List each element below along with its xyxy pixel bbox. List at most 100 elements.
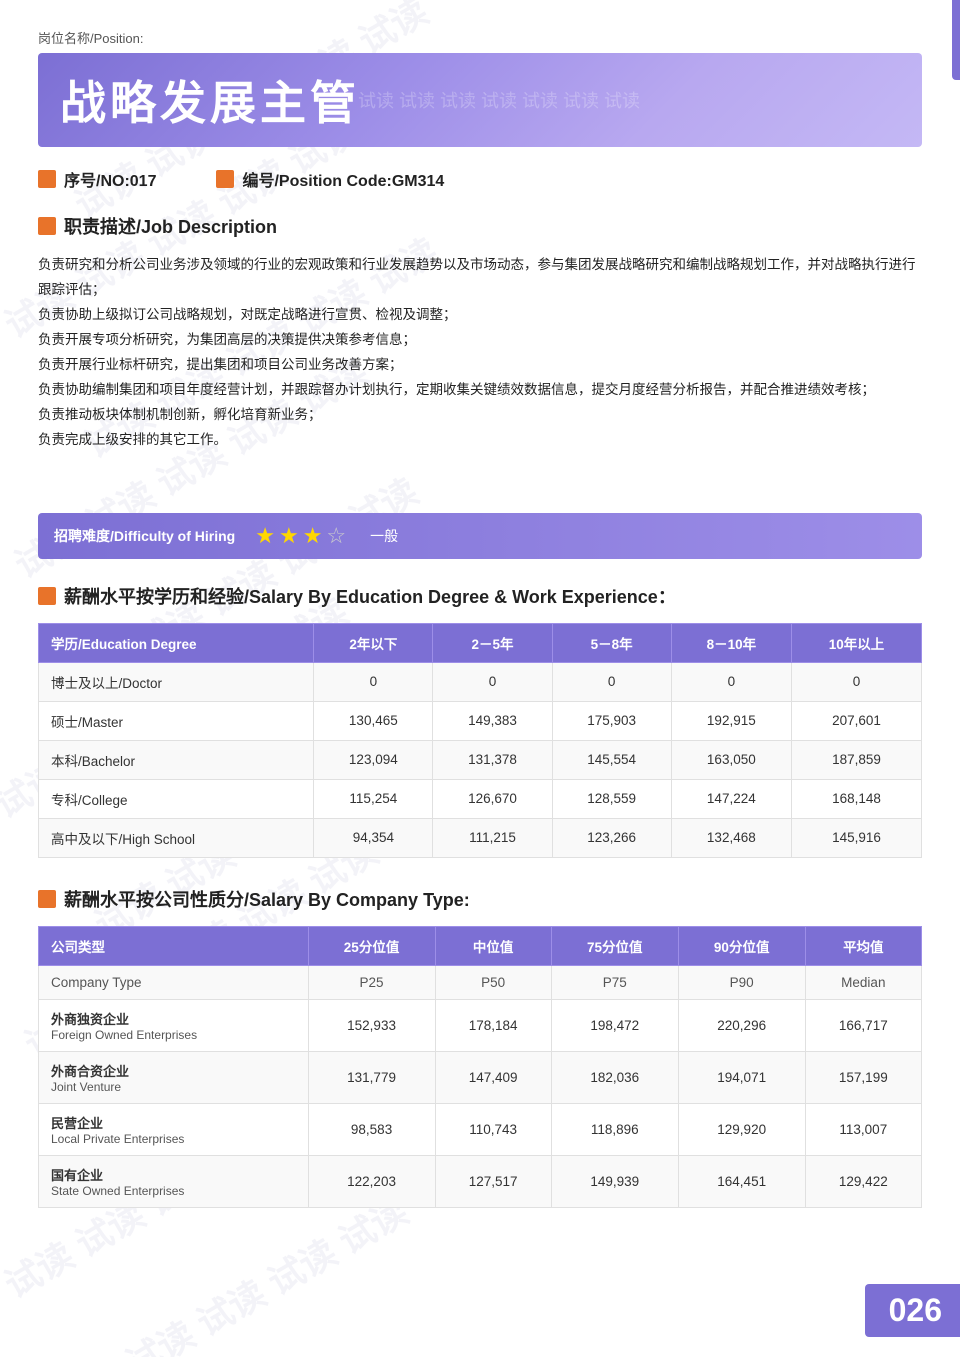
table-cell: 175,903	[552, 701, 671, 740]
table-cell: 94,354	[314, 818, 433, 857]
table-header: 公司类型	[39, 926, 309, 965]
table-cell: 111,215	[433, 818, 552, 857]
company-name-en: State Owned Enterprises	[51, 1184, 296, 1198]
banner-watermark: 试读 试读 试读 试读 试读 试读 试读	[358, 87, 640, 113]
job-desc-header: 职责描述/Job Description	[38, 213, 922, 239]
table-subheader-cell: P75	[551, 965, 678, 999]
table-row: 外商独资企业Foreign Owned Enterprises152,93317…	[39, 999, 922, 1051]
difficulty-section: 招聘难度/Difficulty of Hiring ★ ★ ★ ☆ 一般	[38, 513, 922, 559]
table-cell: 硕士/Master	[39, 701, 314, 740]
table-subheader-cell: P90	[678, 965, 805, 999]
table-cell: 专科/College	[39, 779, 314, 818]
meta-code: 编号/Position Code:GM314	[216, 167, 444, 191]
table-cell: 149,939	[551, 1155, 678, 1207]
star-1: ★	[255, 523, 275, 549]
orange-square-no	[38, 170, 56, 188]
job-desc-line: 负责开展专项分析研究，为集团高层的决策提供决策参考信息；	[38, 328, 922, 353]
table-cell: 123,266	[552, 818, 671, 857]
table-subheader-row: Company TypeP25P50P75P90Median	[39, 965, 922, 999]
table-cell: 182,036	[551, 1051, 678, 1103]
table-header: 中位值	[435, 926, 551, 965]
orange-square-edu	[38, 587, 56, 605]
table-cell: 147,409	[435, 1051, 551, 1103]
table-cell: 192,915	[671, 701, 791, 740]
table-cell: 0	[671, 662, 791, 701]
salary-education-section: 薪酬水平按学历和经验/Salary By Education Degree & …	[38, 583, 922, 858]
table-cell: 130,465	[314, 701, 433, 740]
salary-company-table: 公司类型25分位值中位值75分位值90分位值平均值Company TypeP25…	[38, 926, 922, 1208]
table-cell: 198,472	[551, 999, 678, 1051]
table-cell: 207,601	[791, 701, 921, 740]
meta-no: 序号/NO:017	[38, 167, 156, 191]
table-cell: 168,148	[791, 779, 921, 818]
table-cell: 126,670	[433, 779, 552, 818]
job-desc-line: 负责完成上级安排的其它工作。	[38, 428, 922, 453]
company-name-cell: 民营企业Local Private Enterprises	[39, 1103, 309, 1155]
table-header: 2年以下	[314, 623, 433, 662]
job-desc-line: 负责开展行业标杆研究，提出集团和项目公司业务改善方案；	[38, 353, 922, 378]
table-cell: 0	[314, 662, 433, 701]
table-cell: 0	[791, 662, 921, 701]
orange-square-code	[216, 170, 234, 188]
job-desc-title: 职责描述/Job Description	[64, 213, 277, 239]
table-cell: 110,743	[435, 1103, 551, 1155]
table-cell: 博士及以上/Doctor	[39, 662, 314, 701]
table-cell: 131,378	[433, 740, 552, 779]
table-cell: 127,517	[435, 1155, 551, 1207]
table-row: 本科/Bachelor123,094131,378145,554163,0501…	[39, 740, 922, 779]
table-cell: 152,933	[308, 999, 435, 1051]
table-cell: 128,559	[552, 779, 671, 818]
star-4-empty: ☆	[326, 523, 346, 549]
table-cell: 0	[433, 662, 552, 701]
table-row: 专科/College115,254126,670128,559147,22416…	[39, 779, 922, 818]
company-name-cell: 外商合资企业Joint Venture	[39, 1051, 309, 1103]
table-header: 平均值	[805, 926, 921, 965]
table-subheader-cell: Median	[805, 965, 921, 999]
table-cell: 131,779	[308, 1051, 435, 1103]
table-cell: 118,896	[551, 1103, 678, 1155]
table-row: 民营企业Local Private Enterprises98,583110,7…	[39, 1103, 922, 1155]
table-header: 10年以上	[791, 623, 921, 662]
table-row: 硕士/Master130,465149,383175,903192,915207…	[39, 701, 922, 740]
page-number: 026	[889, 1292, 942, 1328]
table-cell: 0	[552, 662, 671, 701]
star-2: ★	[279, 523, 299, 549]
meta-row: 序号/NO:017 编号/Position Code:GM314	[38, 167, 922, 191]
position-label: 岗位名称/Position:	[38, 28, 922, 47]
table-cell: 本科/Bachelor	[39, 740, 314, 779]
code-label: 编号/Position Code:GM314	[242, 167, 444, 191]
salary-education-table: 学历/Education Degree2年以下2－5年5－8年8－10年10年以…	[38, 623, 922, 858]
salary-company-header: 薪酬水平按公司性质分/Salary By Company Type:	[38, 886, 922, 912]
job-desc-line: 负责研究和分析公司业务涉及领域的行业的宏观政策和行业发展趋势以及市场动态，参与集…	[38, 253, 922, 303]
table-cell: 163,050	[671, 740, 791, 779]
stars-container: ★ ★ ★ ☆	[255, 523, 346, 549]
table-header: 2－5年	[433, 623, 552, 662]
job-description: 负责研究和分析公司业务涉及领域的行业的宏观政策和行业发展趋势以及市场动态，参与集…	[38, 253, 922, 453]
orange-square-desc	[38, 217, 56, 235]
page-number-container: 026	[865, 1284, 960, 1337]
job-desc-line: 负责推动板块体制机制创新，孵化培育新业务；	[38, 403, 922, 428]
title-banner: 战略发展主管 试读 试读 试读 试读 试读 试读 试读	[38, 53, 922, 147]
company-name-cell: 国有企业State Owned Enterprises	[39, 1155, 309, 1207]
table-cell: 高中及以下/High School	[39, 818, 314, 857]
table-row: 高中及以下/High School94,354111,215123,266132…	[39, 818, 922, 857]
table-cell: 115,254	[314, 779, 433, 818]
salary-edu-header: 薪酬水平按学历和经验/Salary By Education Degree & …	[38, 583, 922, 609]
table-header: 5－8年	[552, 623, 671, 662]
job-desc-line: 负责协助编制集团和项目年度经营计划，并跟踪督办计划执行，定期收集关键绩效数据信息…	[38, 378, 922, 403]
salary-edu-title: 薪酬水平按学历和经验/Salary By Education Degree & …	[64, 583, 676, 609]
salary-company-title: 薪酬水平按公司性质分/Salary By Company Type:	[64, 886, 470, 912]
table-header: 75分位值	[551, 926, 678, 965]
difficulty-text: 一般	[370, 526, 398, 546]
table-cell: 194,071	[678, 1051, 805, 1103]
table-cell: 220,296	[678, 999, 805, 1051]
company-name-en: Foreign Owned Enterprises	[51, 1028, 296, 1042]
table-row: 博士及以上/Doctor00000	[39, 662, 922, 701]
table-cell: 145,916	[791, 818, 921, 857]
table-cell: 157,199	[805, 1051, 921, 1103]
company-name-en: Local Private Enterprises	[51, 1132, 296, 1146]
table-cell: 132,468	[671, 818, 791, 857]
table-cell: 178,184	[435, 999, 551, 1051]
table-subheader-cell: P25	[308, 965, 435, 999]
no-label: 序号/NO:017	[64, 167, 156, 191]
